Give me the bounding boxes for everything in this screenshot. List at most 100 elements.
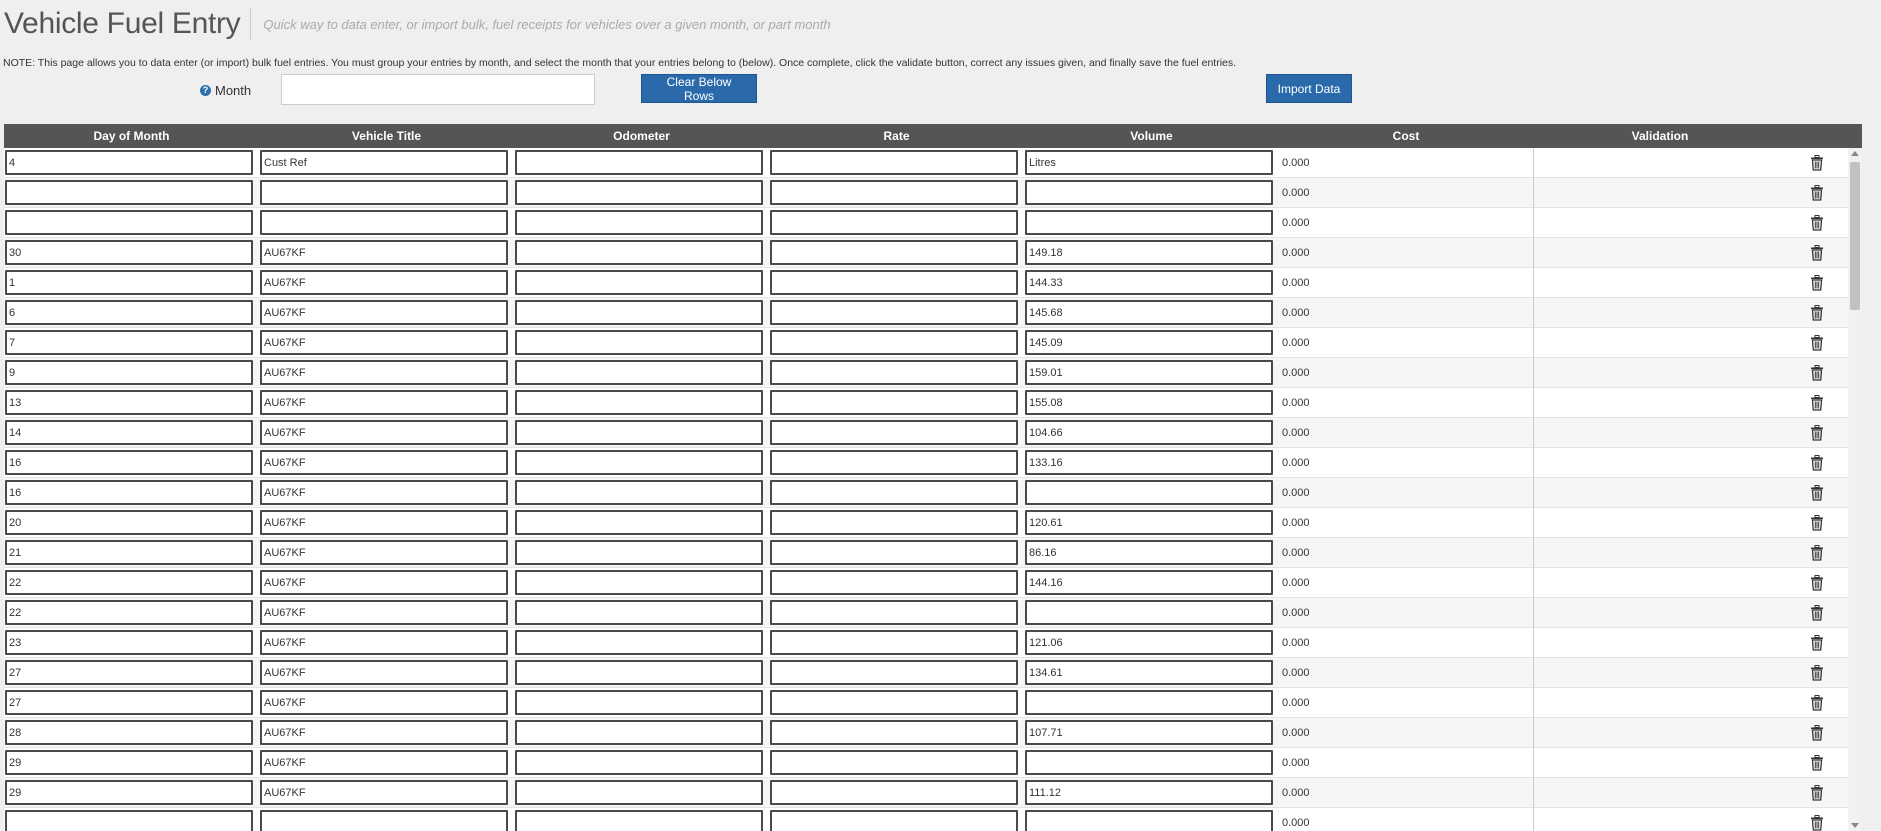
vehicle-title-input[interactable] <box>260 600 508 625</box>
volume-input[interactable] <box>1025 690 1273 715</box>
volume-input[interactable] <box>1025 510 1273 535</box>
vehicle-title-input[interactable] <box>260 480 508 505</box>
rate-input[interactable] <box>770 780 1018 805</box>
trash-icon[interactable] <box>1810 664 1824 681</box>
rate-input[interactable] <box>770 810 1018 831</box>
scroll-up-icon[interactable] <box>1851 151 1859 156</box>
volume-input[interactable] <box>1025 330 1273 355</box>
vehicle-title-input[interactable] <box>260 690 508 715</box>
day-of-month-input[interactable] <box>5 330 253 355</box>
rate-input[interactable] <box>770 450 1018 475</box>
rate-input[interactable] <box>770 300 1018 325</box>
import-data-button[interactable]: Import Data <box>1266 74 1352 103</box>
volume-input[interactable] <box>1025 360 1273 385</box>
rate-input[interactable] <box>770 150 1018 175</box>
day-of-month-input[interactable] <box>5 540 253 565</box>
odometer-input[interactable] <box>515 240 763 265</box>
volume-input[interactable] <box>1025 480 1273 505</box>
rate-input[interactable] <box>770 420 1018 445</box>
odometer-input[interactable] <box>515 330 763 355</box>
odometer-input[interactable] <box>515 780 763 805</box>
day-of-month-input[interactable] <box>5 780 253 805</box>
odometer-input[interactable] <box>515 300 763 325</box>
trash-icon[interactable] <box>1810 334 1824 351</box>
trash-icon[interactable] <box>1810 244 1824 261</box>
rate-input[interactable] <box>770 690 1018 715</box>
rate-input[interactable] <box>770 540 1018 565</box>
day-of-month-input[interactable] <box>5 360 253 385</box>
trash-icon[interactable] <box>1810 364 1824 381</box>
odometer-input[interactable] <box>515 360 763 385</box>
odometer-input[interactable] <box>515 600 763 625</box>
volume-input[interactable] <box>1025 780 1273 805</box>
day-of-month-input[interactable] <box>5 810 253 831</box>
rate-input[interactable] <box>770 600 1018 625</box>
odometer-input[interactable] <box>515 390 763 415</box>
volume-input[interactable] <box>1025 210 1273 235</box>
day-of-month-input[interactable] <box>5 270 253 295</box>
volume-input[interactable] <box>1025 150 1273 175</box>
trash-icon[interactable] <box>1810 724 1824 741</box>
rate-input[interactable] <box>770 480 1018 505</box>
vehicle-title-input[interactable] <box>260 780 508 805</box>
volume-input[interactable] <box>1025 630 1273 655</box>
vehicle-title-input[interactable] <box>260 360 508 385</box>
day-of-month-input[interactable] <box>5 240 253 265</box>
trash-icon[interactable] <box>1810 184 1824 201</box>
volume-input[interactable] <box>1025 660 1273 685</box>
vehicle-title-input[interactable] <box>260 330 508 355</box>
rate-input[interactable] <box>770 630 1018 655</box>
vehicle-title-input[interactable] <box>260 450 508 475</box>
volume-input[interactable] <box>1025 540 1273 565</box>
clear-below-rows-button[interactable]: Clear Below Rows <box>641 74 757 103</box>
volume-input[interactable] <box>1025 270 1273 295</box>
rate-input[interactable] <box>770 750 1018 775</box>
volume-input[interactable] <box>1025 810 1273 831</box>
trash-icon[interactable] <box>1810 394 1824 411</box>
vehicle-title-input[interactable] <box>260 420 508 445</box>
vehicle-title-input[interactable] <box>260 180 508 205</box>
trash-icon[interactable] <box>1810 304 1824 321</box>
volume-input[interactable] <box>1025 600 1273 625</box>
day-of-month-input[interactable] <box>5 390 253 415</box>
odometer-input[interactable] <box>515 180 763 205</box>
grid-scrollbar[interactable] <box>1848 148 1862 831</box>
odometer-input[interactable] <box>515 450 763 475</box>
day-of-month-input[interactable] <box>5 210 253 235</box>
vehicle-title-input[interactable] <box>260 510 508 535</box>
odometer-input[interactable] <box>515 150 763 175</box>
vehicle-title-input[interactable] <box>260 660 508 685</box>
volume-input[interactable] <box>1025 420 1273 445</box>
vehicle-title-input[interactable] <box>260 150 508 175</box>
trash-icon[interactable] <box>1810 784 1824 801</box>
volume-input[interactable] <box>1025 750 1273 775</box>
rate-input[interactable] <box>770 360 1018 385</box>
vehicle-title-input[interactable] <box>260 630 508 655</box>
vehicle-title-input[interactable] <box>260 540 508 565</box>
rate-input[interactable] <box>770 570 1018 595</box>
trash-icon[interactable] <box>1810 544 1824 561</box>
vehicle-title-input[interactable] <box>260 720 508 745</box>
vehicle-title-input[interactable] <box>260 570 508 595</box>
rate-input[interactable] <box>770 390 1018 415</box>
volume-input[interactable] <box>1025 450 1273 475</box>
scroll-thumb[interactable] <box>1850 162 1860 310</box>
trash-icon[interactable] <box>1810 814 1824 831</box>
odometer-input[interactable] <box>515 540 763 565</box>
volume-input[interactable] <box>1025 300 1273 325</box>
trash-icon[interactable] <box>1810 154 1824 171</box>
day-of-month-input[interactable] <box>5 450 253 475</box>
volume-input[interactable] <box>1025 720 1273 745</box>
vehicle-title-input[interactable] <box>260 810 508 831</box>
vehicle-title-input[interactable] <box>260 300 508 325</box>
rate-input[interactable] <box>770 240 1018 265</box>
odometer-input[interactable] <box>515 480 763 505</box>
day-of-month-input[interactable] <box>5 690 253 715</box>
volume-input[interactable] <box>1025 570 1273 595</box>
odometer-input[interactable] <box>515 810 763 831</box>
trash-icon[interactable] <box>1810 454 1824 471</box>
trash-icon[interactable] <box>1810 514 1824 531</box>
vehicle-title-input[interactable] <box>260 210 508 235</box>
rate-input[interactable] <box>770 270 1018 295</box>
day-of-month-input[interactable] <box>5 630 253 655</box>
